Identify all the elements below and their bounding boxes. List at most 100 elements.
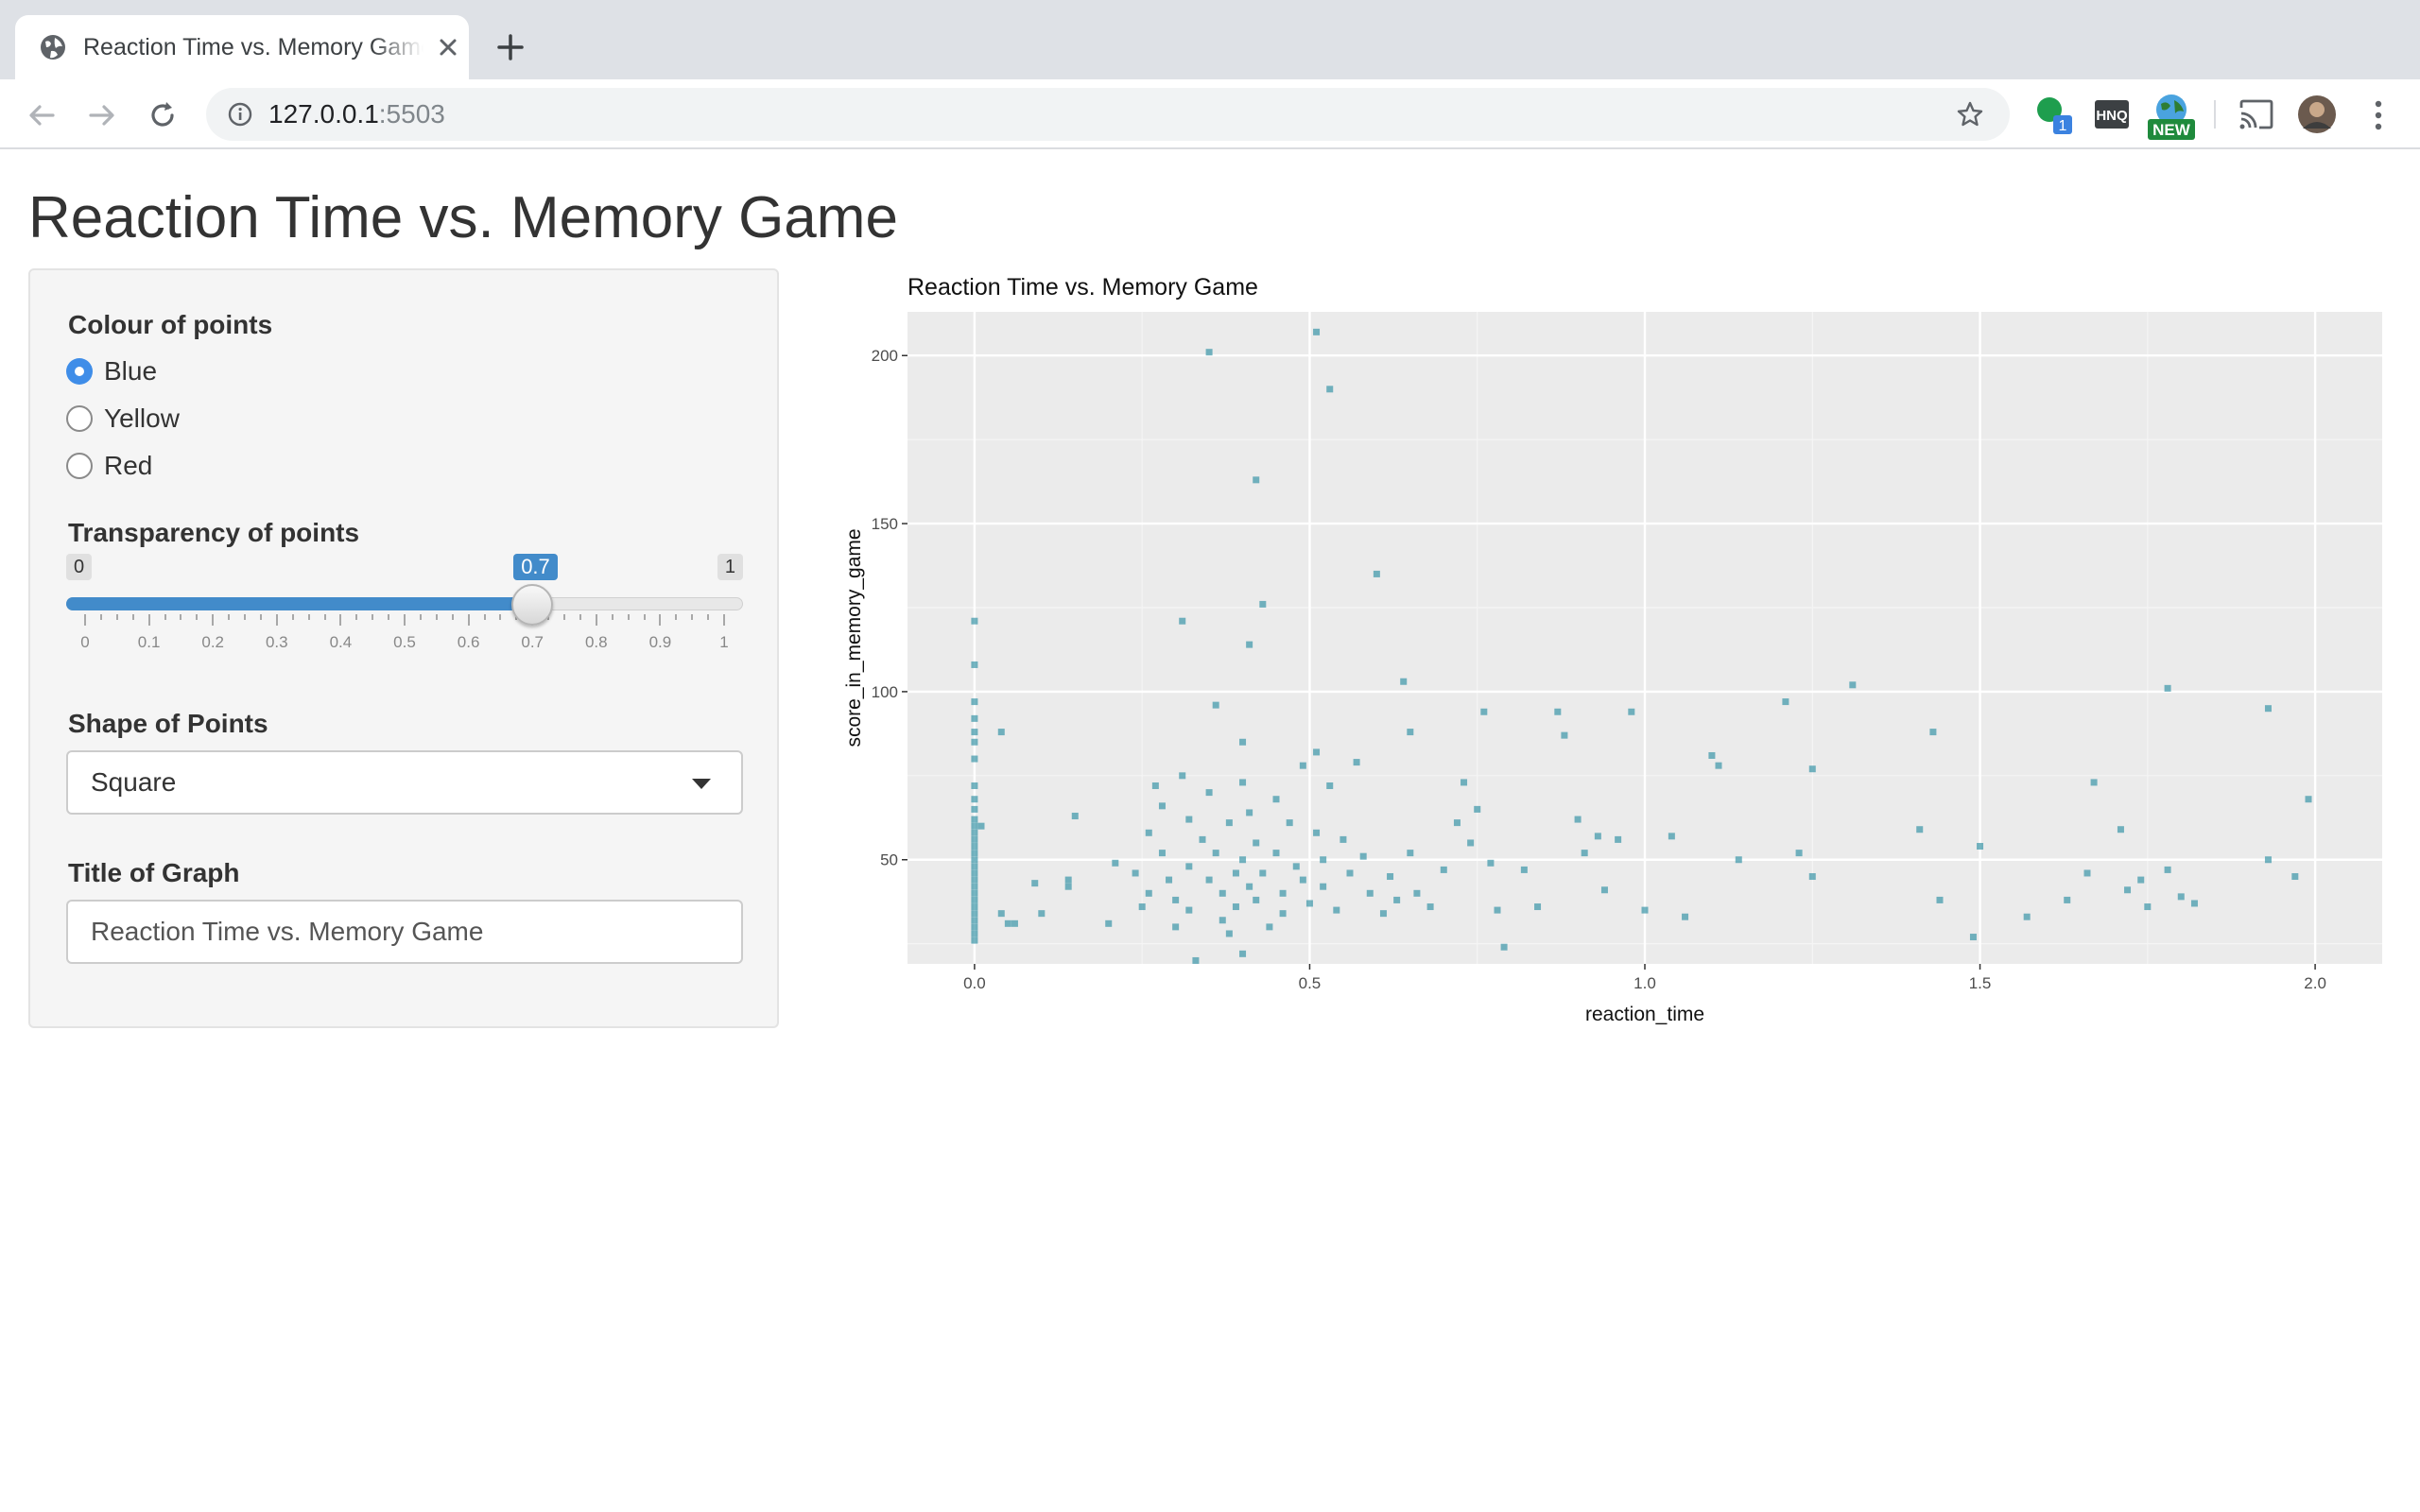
more-menu-icon[interactable] (2367, 96, 2390, 134)
slider-min-label: 0 (66, 554, 93, 580)
data-point (1494, 906, 1501, 914)
data-point (1795, 850, 1803, 857)
data-point (1253, 839, 1260, 847)
data-point (2190, 900, 2198, 907)
info-icon[interactable] (227, 101, 253, 128)
data-point (1266, 923, 1273, 931)
toolbar-divider (2214, 100, 2216, 129)
data-point (2177, 893, 2185, 901)
data-point (1185, 816, 1193, 823)
data-point (1594, 833, 1601, 840)
y-tick-label: 100 (872, 683, 898, 701)
data-point (997, 729, 1005, 736)
data-point (971, 805, 978, 813)
chevron-down-icon (692, 779, 711, 789)
data-point (971, 661, 978, 668)
data-point (1782, 698, 1789, 706)
data-point (1239, 738, 1247, 746)
data-point (2291, 873, 2299, 881)
data-point (1239, 856, 1247, 864)
radio-button-red[interactable] (66, 453, 93, 479)
slider-tick (259, 614, 262, 620)
data-point (1615, 835, 1622, 843)
radio-button-yellow[interactable] (66, 405, 93, 432)
slider-tick (131, 614, 134, 620)
url-text[interactable]: 127.0.0.1:5503 (268, 99, 445, 129)
data-point (1272, 796, 1280, 803)
slider-handle[interactable] (511, 584, 554, 626)
slider-max-label: 1 (717, 554, 743, 580)
tab-title: Reaction Time vs. Memory Game (83, 34, 424, 60)
colour-label: Colour of points (68, 310, 273, 339)
hnq-extension-icon[interactable]: HNQ (2095, 100, 2129, 129)
data-point (1326, 386, 1334, 393)
x-tick-label: 1.5 (1969, 974, 1992, 992)
data-point (1366, 889, 1374, 897)
data-point (1279, 889, 1287, 897)
data-point (1534, 903, 1542, 911)
data-point (1574, 816, 1582, 823)
data-point (1641, 906, 1649, 914)
data-point (1353, 759, 1360, 766)
data-point (997, 910, 1005, 918)
data-point (2305, 796, 2312, 803)
data-point (2264, 856, 2272, 864)
data-point (1185, 863, 1193, 870)
data-point (1808, 873, 1816, 881)
slider-tick (115, 614, 118, 620)
data-point (1500, 943, 1508, 951)
slider-tick-label: 0.2 (201, 633, 225, 651)
forward-arrow-icon[interactable] (83, 96, 121, 134)
data-point (1138, 903, 1146, 911)
data-point (1151, 782, 1159, 789)
globe-extension-icon[interactable]: NEW (2146, 93, 2197, 140)
transparency-slider[interactable]: 0 0.7 1 0 0.1 0.2 0.3 0.4 0.5 0.6 0.7 0.8 0.9 1 (66, 554, 747, 686)
bookmark-star-icon[interactable] (1955, 99, 1985, 129)
graph-title-label: Title of Graph (68, 858, 240, 887)
data-point (1520, 866, 1528, 873)
back-arrow-icon[interactable] (23, 96, 60, 134)
green-dot-extension-icon[interactable]: 1 (2032, 94, 2074, 136)
slider-tick (196, 614, 199, 620)
data-point (1916, 826, 1924, 833)
data-point (1969, 934, 1977, 941)
sidebar-panel: Colour of points Blue Yellow Red Transpa… (28, 268, 779, 1028)
radio-label-blue: Blue (104, 356, 158, 386)
data-point (1326, 782, 1334, 789)
data-point (977, 822, 985, 830)
x-tick-label: 0.0 (963, 974, 986, 992)
address-bar[interactable]: 127.0.0.1:5503 (206, 88, 2010, 141)
slider-tick (147, 614, 150, 626)
data-point (971, 863, 978, 870)
graph-title-input[interactable] (66, 900, 743, 964)
data-point (2264, 705, 2272, 713)
slider-tick (307, 614, 310, 620)
profile-avatar[interactable] (2297, 94, 2337, 134)
close-icon[interactable] (435, 34, 461, 60)
slider-tick (388, 614, 390, 620)
data-point (971, 856, 978, 864)
slider-tick (435, 614, 438, 620)
slider-tick (595, 614, 597, 626)
browser-tab[interactable]: Reaction Time vs. Memory Game (15, 15, 469, 79)
scatter-plot: Reaction Time vs. Memory Game 0.0 0.5 1.0 1.… (832, 265, 2401, 1040)
new-tab-plus-icon[interactable] (492, 28, 529, 66)
slider-tick (404, 614, 406, 626)
slider-tick (467, 614, 470, 626)
data-point (1205, 876, 1213, 884)
radio-button-blue[interactable] (66, 358, 93, 385)
shape-select[interactable]: Square (66, 750, 743, 815)
slider-tick-label: 0.9 (648, 633, 672, 651)
slider-tick (339, 614, 342, 626)
data-point (1172, 923, 1180, 931)
data-point (1199, 835, 1206, 843)
cast-icon[interactable] (2238, 98, 2274, 130)
data-point (1708, 751, 1716, 759)
data-point (1453, 819, 1461, 827)
reload-icon[interactable] (144, 96, 182, 134)
data-point (971, 917, 978, 924)
data-point (1480, 708, 1488, 715)
slider-tick (675, 614, 678, 620)
slider-tick (323, 614, 326, 620)
data-point (1292, 863, 1300, 870)
